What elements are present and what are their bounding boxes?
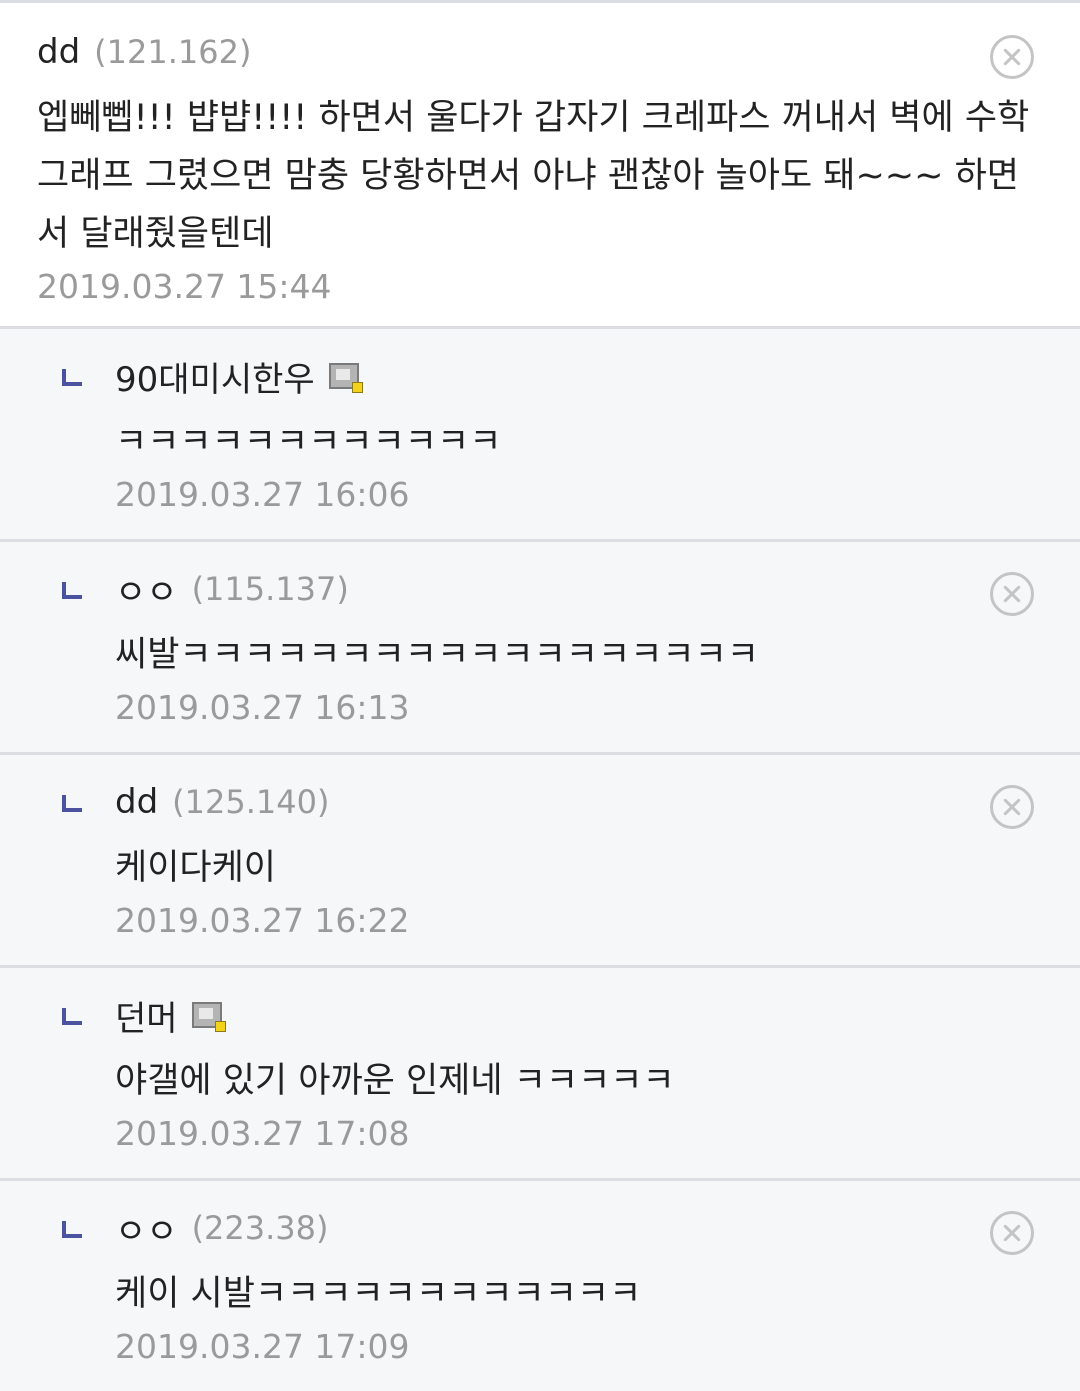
comment-header: dd (121.162) [37, 27, 1080, 77]
reply-text: 케이다케이 [115, 848, 277, 888]
reply-date: 2019.03.27 16:13 [115, 688, 410, 727]
reply-comment: 90대미시한우 ㅋㅋㅋㅋㅋㅋㅋㅋㅋㅋㅋㅋ 2019.03.27 16:06 [0, 329, 1080, 542]
close-circle-icon[interactable] [990, 572, 1034, 616]
reply-comment: ㅇㅇ (115.137) 씨발ㅋㅋㅋㅋㅋㅋㅋㅋㅋㅋㅋㅋㅋㅋㅋㅋㅋㅋ 2019.0… [0, 542, 1080, 755]
gallery-member-icon [191, 1002, 226, 1032]
reply-nickname[interactable]: 던머 [115, 991, 178, 1040]
reply-nickname[interactable]: dd [115, 782, 158, 822]
reply-header: ㅇㅇ (115.137) [115, 564, 1080, 614]
reply-nickname[interactable]: ㅇㅇ [115, 565, 178, 614]
reply-arrow-icon [62, 1221, 82, 1238]
reply-text: 케이 시발ㅋㅋㅋㅋㅋㅋㅋㅋㅋㅋㅋㅋ [115, 1274, 642, 1314]
reply-text: 씨발ㅋㅋㅋㅋㅋㅋㅋㅋㅋㅋㅋㅋㅋㅋㅋㅋㅋㅋ [115, 635, 760, 675]
reply-header: ㅇㅇ (223.38) [115, 1203, 1080, 1253]
close-circle-icon[interactable] [990, 35, 1034, 79]
reply-arrow-icon [62, 582, 82, 599]
close-circle-icon[interactable] [990, 785, 1034, 829]
reply-date: 2019.03.27 17:09 [115, 1327, 410, 1366]
reply-arrow-icon [62, 1008, 82, 1025]
close-circle-icon[interactable] [990, 1211, 1034, 1255]
reply-comment: ㅇㅇ (223.38) 케이 시발ㅋㅋㅋㅋㅋㅋㅋㅋㅋㅋㅋㅋ 2019.03.27… [0, 1181, 1080, 1391]
main-comment: dd (121.162) 엡뻬뻽!!! 뱝뱝!!!! 하면서 울다가 갑자기 크… [0, 3, 1080, 329]
gallery-member-icon [328, 363, 363, 393]
reply-comment: dd (125.140) 케이다케이 2019.03.27 16:22 [0, 755, 1080, 968]
reply-nickname[interactable]: ㅇㅇ [115, 1204, 178, 1253]
comment-date: 2019.03.27 15:44 [37, 267, 332, 306]
comment-nickname[interactable]: dd [37, 32, 80, 72]
comment-list: dd (121.162) 엡뻬뻽!!! 뱝뱝!!!! 하면서 울다가 갑자기 크… [0, 0, 1080, 1391]
reply-header: 던머 [115, 990, 1080, 1040]
comment-ip: (121.162) [94, 33, 252, 71]
reply-date: 2019.03.27 16:22 [115, 901, 410, 940]
reply-ip: (115.137) [191, 570, 349, 608]
reply-arrow-icon [62, 369, 82, 386]
reply-header: 90대미시한우 [115, 351, 1080, 401]
comment-text: 엡뻬뻽!!! 뱝뱝!!!! 하면서 울다가 갑자기 크레파스 꺼내서 벽에 수학… [37, 98, 1030, 254]
reply-nickname[interactable]: 90대미시한우 [115, 352, 315, 401]
reply-text: 야갤에 있기 아까운 인제네 ㅋㅋㅋㅋㅋ [115, 1061, 675, 1101]
reply-date: 2019.03.27 16:06 [115, 475, 410, 514]
reply-text: ㅋㅋㅋㅋㅋㅋㅋㅋㅋㅋㅋㅋ [115, 422, 502, 462]
reply-arrow-icon [62, 795, 82, 812]
reply-date: 2019.03.27 17:08 [115, 1114, 410, 1153]
reply-ip: (223.38) [191, 1209, 329, 1247]
reply-header: dd (125.140) [115, 777, 1080, 827]
reply-ip: (125.140) [172, 783, 330, 821]
reply-comment: 던머 야갤에 있기 아까운 인제네 ㅋㅋㅋㅋㅋ 2019.03.27 17:08 [0, 968, 1080, 1181]
